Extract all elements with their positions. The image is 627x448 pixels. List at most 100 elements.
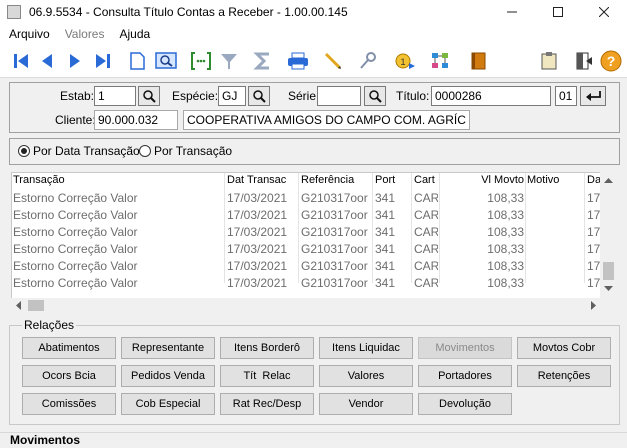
exit-button[interactable] — [571, 48, 597, 74]
next-icon — [70, 54, 80, 68]
window-title: 06.9.5534 - Consulta Título Contas a Rec… — [29, 5, 348, 19]
representante-button[interactable]: Representante — [121, 337, 215, 359]
structure-button[interactable] — [428, 48, 454, 74]
goto-icon — [191, 52, 211, 70]
previous-button[interactable] — [34, 48, 60, 74]
radio-label-por-transacao: Por Transação — [154, 144, 233, 158]
app-icon — [7, 5, 21, 19]
cell-cart: CAR — [414, 191, 438, 205]
cob-especial-button[interactable]: Cob Especial — [121, 393, 215, 415]
table-row[interactable]: Estorno Correção Valor 17/03/2021 G21031… — [12, 224, 602, 241]
especie-lookup-button[interactable] — [248, 86, 270, 106]
radio-dot — [139, 145, 151, 157]
cliente-name-field: COOPERATIVA AMIGOS DO CAMPO COM. AGRÍC — [183, 110, 470, 130]
cell-transacao: Estorno Correção Valor — [13, 259, 138, 273]
radio-por-transacao[interactable]: Por Transação — [139, 144, 232, 158]
first-button[interactable] — [8, 48, 34, 74]
sigma-icon — [253, 52, 269, 70]
col-vl-movto[interactable]: Vl Movto — [442, 174, 524, 186]
cell-cart: CAR — [414, 208, 438, 222]
cell-vl-movto: 108,33 — [487, 259, 524, 273]
cell-port: 341 — [375, 259, 396, 273]
estab-lookup-button[interactable] — [138, 86, 160, 106]
serie-input[interactable] — [317, 86, 361, 106]
help-button[interactable]: ? — [598, 48, 624, 74]
estab-input[interactable]: 1 — [94, 86, 136, 106]
cell-motivo — [527, 225, 583, 241]
next-button[interactable] — [62, 48, 88, 74]
valores-button[interactable]: Valores — [319, 365, 413, 387]
pedidos-venda-button[interactable]: Pedidos Venda — [121, 365, 215, 387]
especie-input[interactable]: GJ — [218, 86, 246, 106]
new-document-icon — [130, 52, 145, 70]
edit-button[interactable] — [320, 48, 346, 74]
goto-button[interactable] — [188, 48, 214, 74]
cell-vl-movto: 108,33 — [487, 242, 524, 256]
horizontal-scrollbar[interactable] — [11, 298, 601, 313]
col-dat-transac[interactable]: Dat Transac — [227, 174, 297, 186]
ocors-bcia-button[interactable]: Ocors Bcia — [22, 365, 116, 387]
relacoes-legend: Relações — [22, 318, 77, 332]
col-motivo[interactable]: Motivo — [527, 174, 583, 186]
radio-dot-selected — [18, 145, 30, 157]
table-row[interactable]: Estorno Correção Valor 17/03/2021 G21031… — [12, 190, 602, 207]
radio-por-data-transacao[interactable]: Por Data Transação — [18, 144, 140, 158]
cell-transacao: Estorno Correção Valor — [13, 208, 138, 222]
book-button[interactable] — [465, 48, 491, 74]
itens-bordero-button[interactable]: Itens Borderô — [220, 337, 314, 359]
query-button[interactable]: 1 — [392, 48, 418, 74]
book-icon — [471, 52, 486, 70]
menu-ajuda[interactable]: Ajuda — [110, 27, 156, 41]
sigma-button[interactable] — [250, 48, 276, 74]
col-port[interactable]: Port — [375, 174, 411, 186]
col-referencia[interactable]: Referência — [301, 174, 371, 186]
zoom-button[interactable] — [153, 48, 179, 74]
table-row[interactable]: Estorno Correção Valor 17/03/2021 G21031… — [12, 275, 602, 292]
cliente-label: Cliente: — [55, 113, 96, 127]
print-button[interactable] — [285, 48, 311, 74]
last-icon — [96, 54, 110, 68]
serie-lookup-button[interactable] — [364, 86, 386, 106]
cell-motivo — [527, 208, 583, 224]
itens-liquidac-button[interactable]: Itens Liquidac — [319, 337, 413, 359]
menu-arquivo[interactable]: Arquivo — [0, 27, 56, 41]
filter-button[interactable] — [216, 48, 242, 74]
movtos-cobr-button[interactable]: Movtos Cobr — [517, 337, 611, 359]
comissoes-button[interactable]: Comissões — [22, 393, 116, 415]
menu-valores[interactable]: Valores — [56, 27, 111, 41]
zoom-icon — [155, 52, 177, 69]
cell-referencia: G210317oor — [301, 208, 368, 222]
tit-relac-button[interactable]: Tít Relac — [220, 365, 314, 387]
close-icon — [599, 7, 609, 17]
cell-dat-transac: 17/03/2021 — [227, 191, 288, 205]
table-row[interactable]: Estorno Correção Valor 17/03/2021 G21031… — [12, 258, 602, 275]
minimize-button[interactable] — [489, 0, 535, 24]
last-button[interactable] — [90, 48, 116, 74]
table-row[interactable]: Estorno Correção Valor 17/03/2021 G21031… — [12, 241, 602, 258]
search-icon — [253, 90, 266, 103]
col-cart[interactable]: Cart — [414, 174, 438, 186]
titulo-input[interactable]: 0000286 — [431, 86, 551, 106]
parcela-input[interactable]: 01 — [555, 86, 577, 106]
portadores-button[interactable]: Portadores — [418, 365, 512, 387]
search-icon — [143, 90, 156, 103]
search-icon — [369, 90, 382, 103]
table-row[interactable]: Estorno Correção Valor 17/03/2021 G21031… — [12, 207, 602, 224]
col-transacao[interactable]: Transação — [13, 174, 223, 186]
movements-table[interactable]: Transação Dat Transac Referência Port Ca… — [11, 172, 617, 299]
retencoes-button[interactable]: Retenções — [517, 365, 611, 387]
query-icon: 1 — [395, 53, 415, 69]
movimentos-button[interactable]: Movimentos — [418, 337, 512, 359]
rat-rec-desp-button[interactable]: Rat Rec/Desp — [220, 393, 314, 415]
vendor-button[interactable]: Vendor — [319, 393, 413, 415]
abatimentos-button[interactable]: Abatimentos — [22, 337, 116, 359]
vertical-scrollbar[interactable] — [600, 172, 617, 299]
devolucao-button[interactable]: Devolução — [418, 393, 512, 415]
titulo-label: Título: — [396, 89, 430, 103]
close-button[interactable] — [581, 0, 627, 24]
clipboard-button[interactable] — [536, 48, 562, 74]
maximize-button[interactable] — [535, 0, 581, 24]
new-button[interactable] — [124, 48, 150, 74]
confirm-button[interactable] — [580, 86, 606, 106]
key-button[interactable] — [355, 48, 381, 74]
